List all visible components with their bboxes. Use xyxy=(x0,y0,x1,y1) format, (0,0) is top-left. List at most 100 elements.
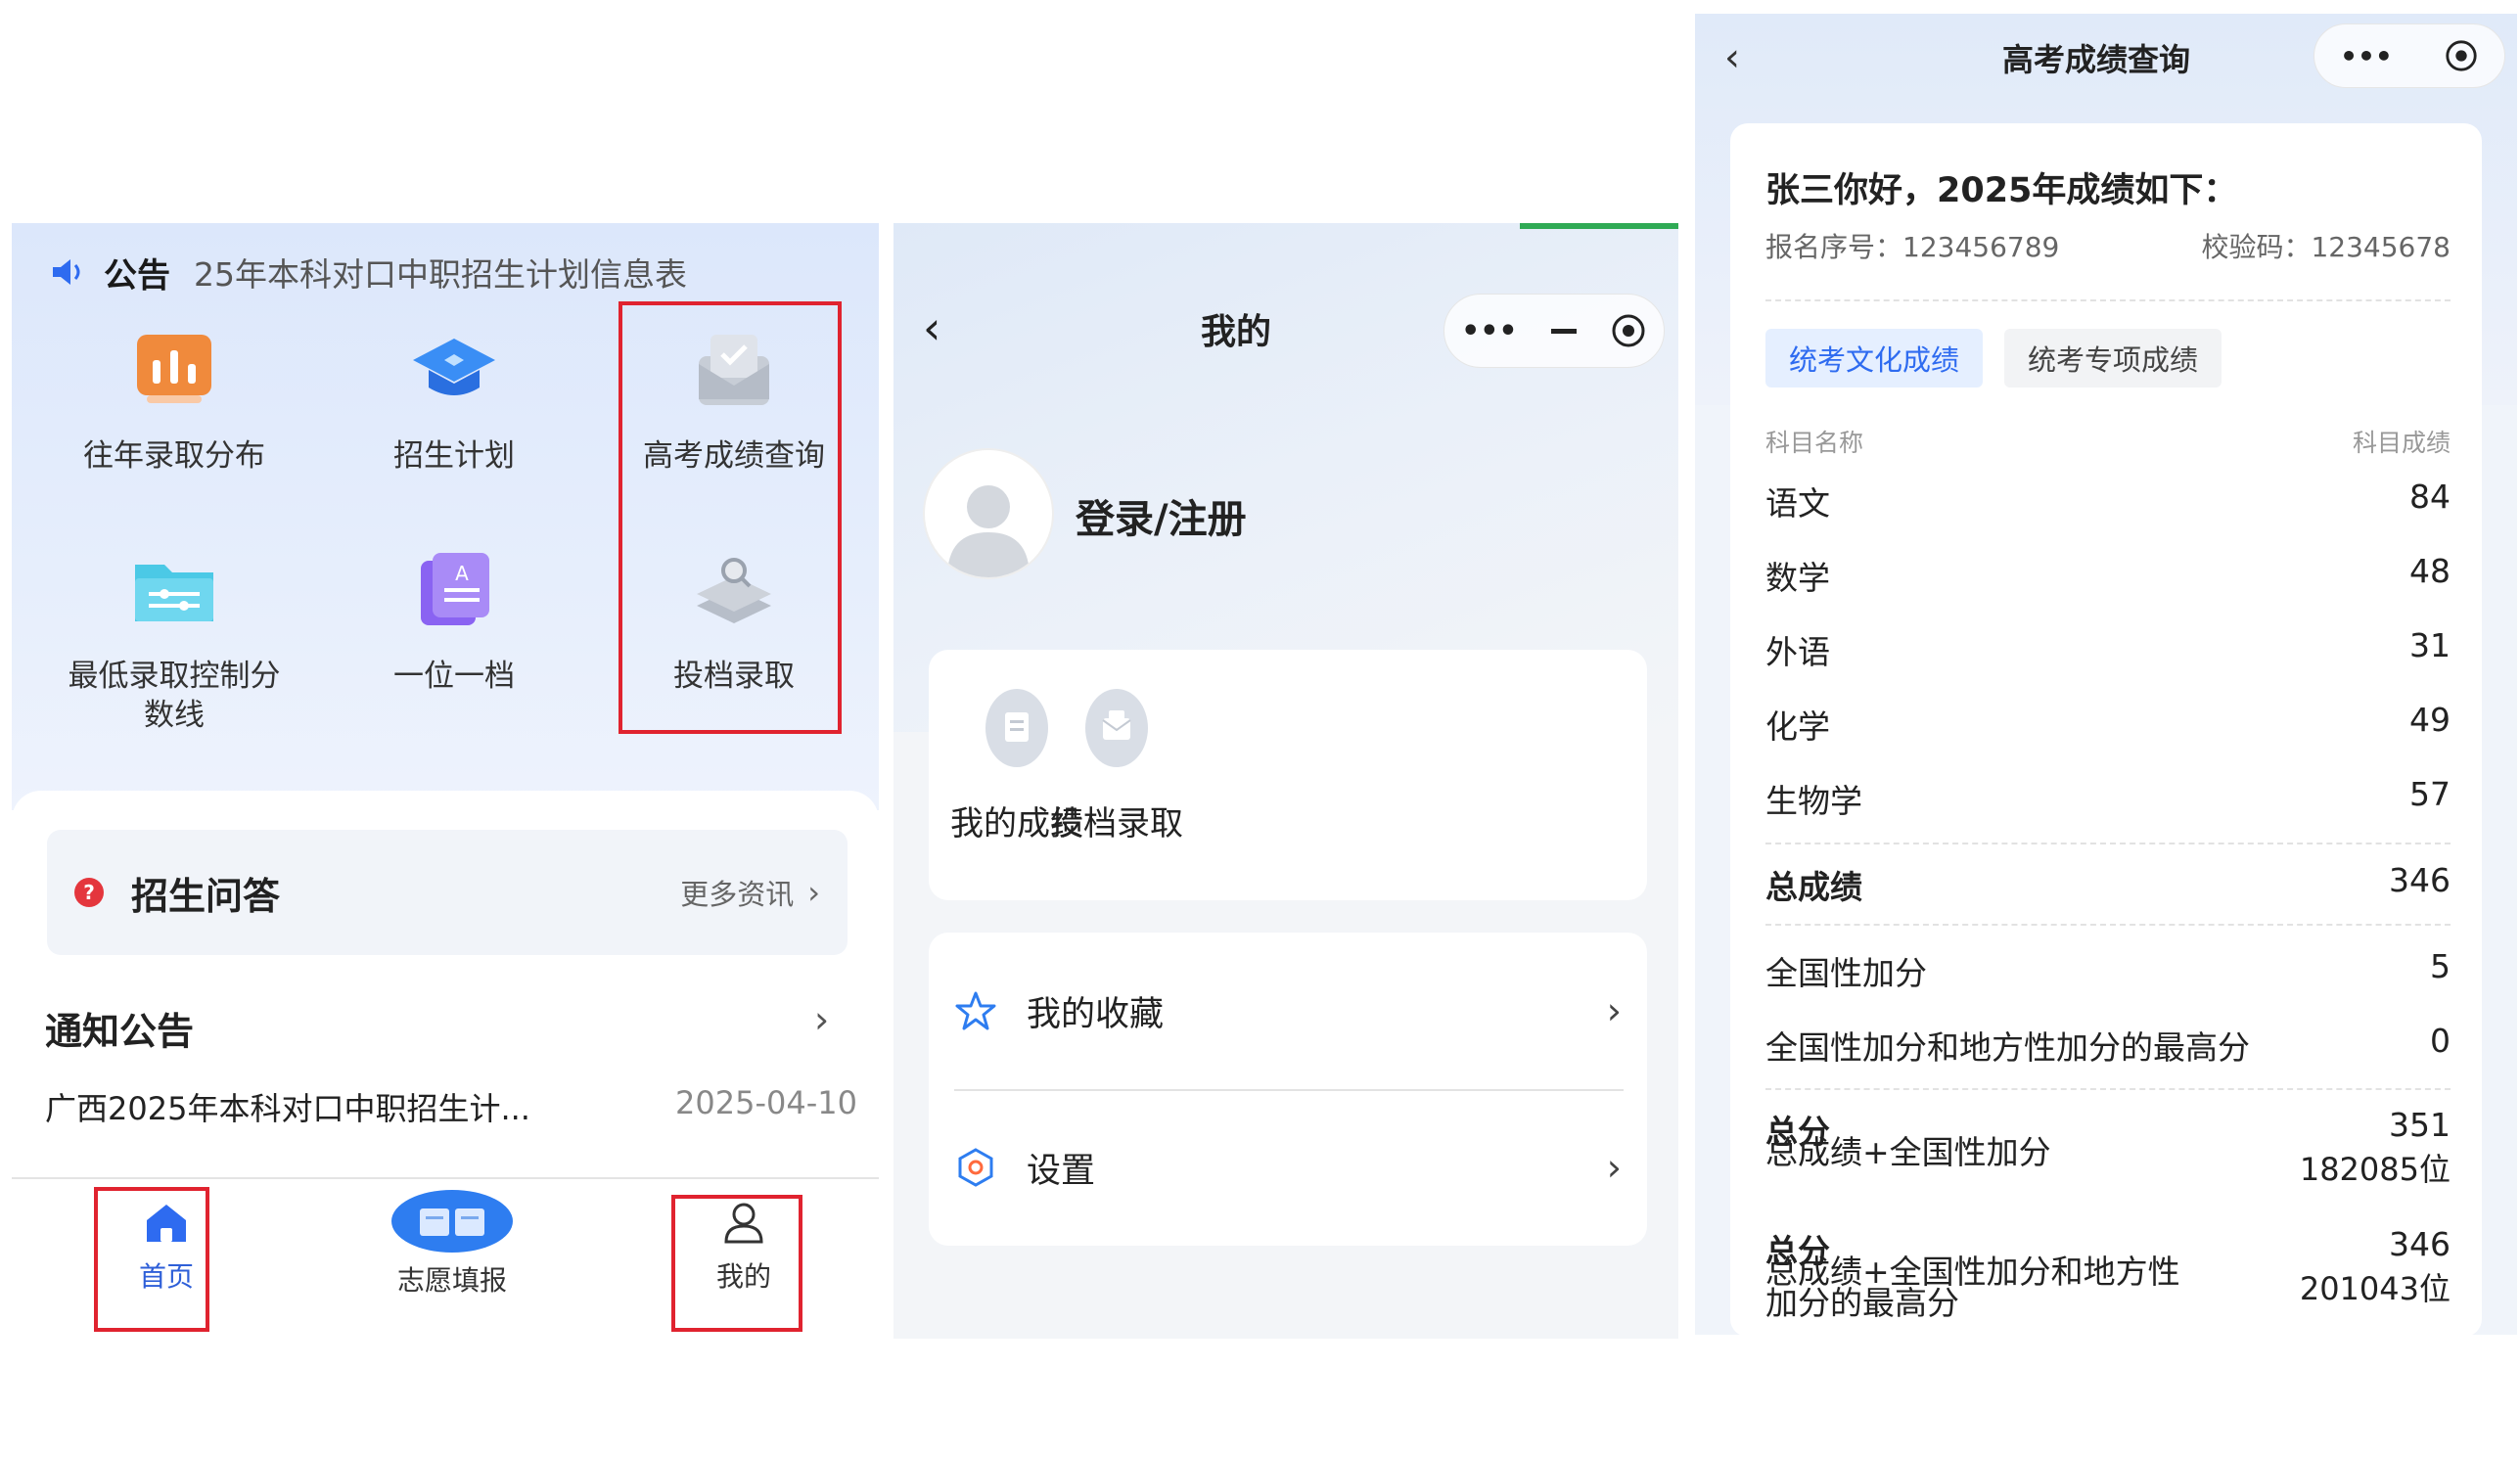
document-grade-icon: A xyxy=(405,541,503,639)
table-row: 数学 48 xyxy=(1765,552,2451,599)
table-row: 语文 84 xyxy=(1765,478,2451,524)
avatar[interactable] xyxy=(923,448,1054,579)
anchor-icon: ⚓ xyxy=(222,1334,249,1339)
mini-program-capsule: ••• xyxy=(2314,23,2505,88)
sum-score: 351 xyxy=(2389,1106,2451,1144)
notice-title: 广西2025年本科对口中职招生计... xyxy=(45,1090,530,1127)
sum-rank: 182085位 xyxy=(2299,1151,2451,1188)
tab-label: 志愿填报 xyxy=(396,1264,507,1297)
grid-item-enrollment-plan[interactable]: 招生计划 xyxy=(317,321,591,476)
grid-item-history-admission[interactable]: 往年录取分布 xyxy=(37,321,311,476)
table-row: 生物学 57 xyxy=(1765,775,2451,822)
sum-description: 总成绩+全国性加分 xyxy=(1765,1133,2051,1171)
table-row: 外语 31 xyxy=(1765,626,2451,673)
tab-special-score[interactable]: 统考专项成绩 xyxy=(2004,329,2222,388)
close-target-icon[interactable] xyxy=(2444,38,2479,73)
grid-item-label: 往年录取分布 xyxy=(83,438,265,474)
grid-item-min-score-line[interactable]: 最低录取控制分 数线 xyxy=(37,541,311,735)
notice-list-item[interactable]: 广西2025年本科对口中职招生计... 2025-04-10 xyxy=(45,1084,857,1129)
more-news-link[interactable]: 更多资讯 xyxy=(680,872,794,913)
max-bonus-value: 0 xyxy=(2430,1022,2451,1060)
announcement-text: 25年本科对口中职招生计划信息表 xyxy=(194,255,687,294)
highlight-box-mine-tab xyxy=(671,1195,802,1332)
greeting-text: 张三你好，2025年成绩如下： xyxy=(1765,171,2238,210)
subject-name: 外语 xyxy=(1765,633,1830,671)
chevron-right-icon[interactable]: › xyxy=(814,998,829,1041)
score-card: 张三你好，2025年成绩如下： 报名序号：123456789 校验码：12345… xyxy=(1730,123,2482,1335)
highlight-box-home-tab xyxy=(94,1187,209,1332)
divider xyxy=(1765,843,2451,844)
sum-score-row: 总分 总成绩+全国性加分和地方性加分的最高分 346 201043位 xyxy=(1765,1225,2451,1333)
sum-score-row: 总分 总成绩+全国性加分 351 182085位 xyxy=(1765,1106,2451,1188)
graduation-cap-icon xyxy=(405,321,503,419)
divider xyxy=(1765,924,2451,926)
grid-item-label-line1: 最低录取控制分 xyxy=(68,659,281,694)
total-label: 总成绩 xyxy=(1765,868,1862,906)
verification-code: 校验码：12345678 xyxy=(2201,231,2451,263)
divider xyxy=(1765,299,2451,301)
subject-score: 84 xyxy=(2409,478,2451,516)
book-icon xyxy=(391,1190,513,1253)
subject-name: 数学 xyxy=(1765,559,1830,597)
tab-culture-score[interactable]: 统考文化成绩 xyxy=(1765,329,1984,388)
bonus-row: 全国性加分 5 xyxy=(1765,947,2451,994)
announcement-bar[interactable]: 公告 25年本科对口中职招生计划信息表 xyxy=(49,243,687,301)
divider xyxy=(1765,1088,2451,1090)
mini-program-capsule: ••• xyxy=(1443,294,1665,368)
max-bonus-row: 全国性加分和地方性加分的最高分 0 xyxy=(1765,1022,2451,1069)
bonus-value: 5 xyxy=(2430,947,2451,985)
sum-score: 346 xyxy=(2389,1225,2451,1263)
menu-item-favorites[interactable]: 我的收藏 › xyxy=(929,933,1647,1089)
status-indicator-line xyxy=(1520,223,1678,229)
bonus-label: 全国性加分 xyxy=(1765,954,1927,992)
grid-item-label-line2: 数线 xyxy=(144,698,205,733)
sum-rank: 201043位 xyxy=(2299,1270,2451,1307)
default-avatar-icon xyxy=(947,485,1030,577)
column-header-subject: 科目名称 xyxy=(1765,429,1864,457)
menu-item-label: 我的收藏 xyxy=(1027,994,1165,1034)
menu-item-settings[interactable]: 设置 › xyxy=(929,1089,1647,1246)
admission-qa-bar[interactable]: ? 招生问答 更多资讯 › xyxy=(47,830,848,955)
qa-title: 招生问答 xyxy=(131,874,281,918)
close-target-icon[interactable] xyxy=(1610,312,1647,349)
speaker-icon xyxy=(53,259,80,285)
mail-icon xyxy=(1085,689,1148,767)
more-dots-icon[interactable]: ••• xyxy=(2340,40,2393,72)
total-score-row: 总成绩 346 xyxy=(1765,861,2451,908)
chevron-right-icon: › xyxy=(1606,1146,1622,1189)
minimize-icon[interactable] xyxy=(1550,328,1577,334)
grid-item-label: 招生计划 xyxy=(393,438,515,474)
sum-description: 总成绩+全国性加分和地方性加分的最高分 xyxy=(1765,1253,2180,1322)
subject-score: 31 xyxy=(2409,626,2451,664)
grid-item-label: 最低录取控制分 数线 xyxy=(37,657,311,735)
subject-name: 生物学 xyxy=(1765,782,1862,820)
id-info-row: 报名序号：123456789 校验码：12345678 xyxy=(1765,226,2451,265)
subject-name: 语文 xyxy=(1765,484,1830,523)
notice-section-title: 通知公告 xyxy=(45,1010,195,1053)
max-bonus-label: 全国性加分和地方性加分的最高分 xyxy=(1765,1028,2250,1067)
chevron-right-icon: › xyxy=(1606,989,1622,1032)
mine-screen: ‹ 我的 ••• 登录/注册 我的成绩 投档录取 我的收藏 › 设置 › xyxy=(893,223,1678,1339)
grid-item-one-score-rank[interactable]: A 一位一档 xyxy=(317,541,591,696)
total-value: 346 xyxy=(2389,861,2451,899)
home-screen: 公告 25年本科对口中职招生计划信息表 往年录取分布 招生计划 高考成绩查询 最… xyxy=(12,223,879,1339)
menu-card: 我的收藏 › 设置 › xyxy=(929,933,1647,1246)
tab-volunteer[interactable]: 志愿填报 xyxy=(374,1187,530,1299)
admission-filing-button[interactable]: 投档录取 xyxy=(1048,689,1185,844)
announcement-label: 公告 xyxy=(104,255,170,296)
score-query-screen: ‹ 高考成绩查询 ••• 张三你好，2025年成绩如下： 报名序号：123456… xyxy=(1695,14,2517,1335)
column-header-score: 科目成绩 xyxy=(2352,429,2451,457)
quick-actions-card: 我的成绩 投档录取 xyxy=(929,650,1647,900)
subject-score: 57 xyxy=(2409,775,2451,813)
notice-date: 2025-04-10 xyxy=(675,1084,857,1121)
question-icon: ? xyxy=(74,878,104,907)
svg-text:A: A xyxy=(455,562,469,585)
subject-score: 48 xyxy=(2409,552,2451,590)
table-header: 科目名称 科目成绩 xyxy=(1765,424,2451,459)
more-dots-icon[interactable]: ••• xyxy=(1461,314,1518,348)
login-register-link[interactable]: 登录/注册 xyxy=(1076,487,1247,544)
menu-item-label: 设置 xyxy=(1027,1151,1096,1191)
subject-name: 化学 xyxy=(1765,707,1830,746)
bar-chart-icon xyxy=(125,321,223,419)
star-icon xyxy=(955,991,996,1030)
